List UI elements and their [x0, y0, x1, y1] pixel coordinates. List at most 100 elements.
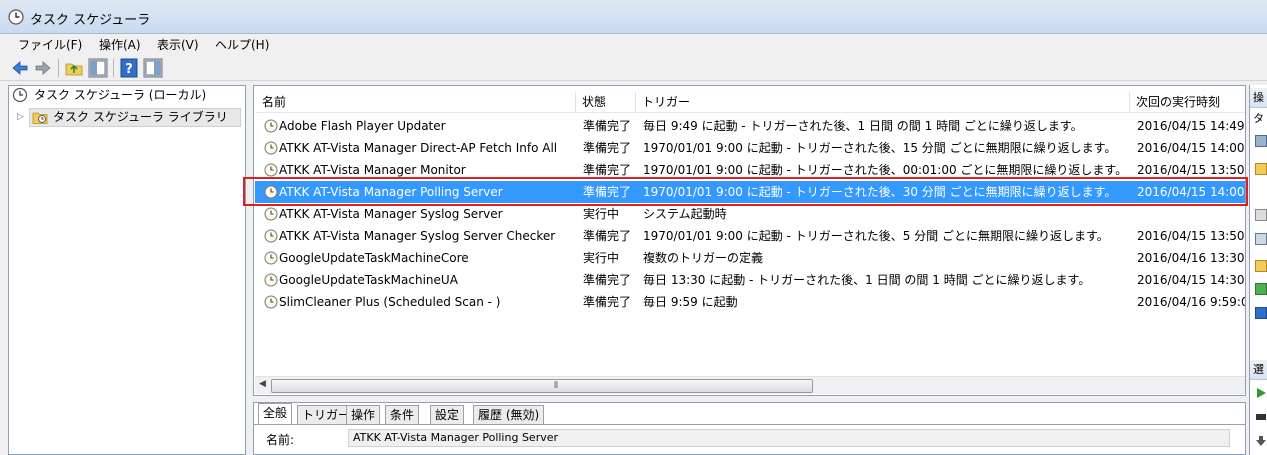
menu-bar: ファイル(F) 操作(A) 表示(V) ヘルプ(H) — [0, 34, 1267, 55]
column-header-name[interactable]: 名前 — [256, 92, 576, 113]
task-trigger: 1970/01/01 9:00 に起動 - トリガーされた後、00:01:00 … — [643, 163, 1128, 177]
task-name-label: 名前: — [266, 433, 295, 447]
task-next-run: 2016/04/15 13:50 — [1137, 229, 1245, 243]
action-icon[interactable] — [1255, 209, 1267, 221]
center-pane: 名前 状態 トリガー 次回の実行時刻 Adobe Flash Player Up… — [253, 85, 1246, 455]
toolbar: ? — [0, 55, 1267, 81]
folder-icon[interactable] — [1255, 260, 1267, 272]
menu-help[interactable]: ヘルプ(H) — [211, 36, 273, 53]
task-trigger: 毎日 13:30 に起動 - トリガーされた後、1 日間 の間 1 時間 ごとに… — [643, 273, 1091, 287]
tree-root-label: タスク スケジューラ (ローカル) — [34, 88, 207, 102]
task-status: 実行中 — [583, 251, 620, 265]
actions-pane: 操 タ 選 — [1249, 85, 1267, 455]
task-name-field[interactable]: ATKK AT-Vista Manager Polling Server — [348, 429, 1230, 447]
task-name: GoogleUpdateTaskMachineCore — [279, 251, 469, 265]
folder-icon[interactable] — [1255, 163, 1267, 175]
refresh-icon[interactable] — [1255, 283, 1267, 295]
run-icon[interactable] — [1255, 387, 1267, 399]
grip-icon: ⦀ — [554, 381, 558, 391]
task-clock-icon — [264, 119, 278, 133]
tab-strip-line — [254, 424, 1245, 425]
task-scheduler-icon — [8, 9, 24, 25]
task-next-run: 2016/04/16 9:59:0 — [1137, 295, 1245, 309]
task-trigger: 1970/01/01 9:00 に起動 - トリガーされた後、15 分間 ごとに… — [643, 141, 1117, 155]
column-header-trigger[interactable]: トリガー — [636, 92, 1130, 113]
task-status: 準備完了 — [583, 229, 632, 243]
task-row[interactable]: SlimCleaner Plus (Scheduled Scan - ) 準備完… — [255, 291, 1245, 313]
task-status: 準備完了 — [583, 119, 632, 133]
tree-library-label: タスク スケジューラ ライブラリ — [53, 110, 228, 124]
task-row[interactable]: ATKK AT-Vista Manager Syslog Server 実行中 … — [255, 203, 1245, 225]
svg-text:?: ? — [125, 62, 133, 77]
task-name: ATKK AT-Vista Manager Direct-AP Fetch In… — [279, 141, 558, 155]
tab-conditions[interactable]: 条件 — [385, 405, 420, 424]
task-row[interactable]: ATKK AT-Vista Manager Syslog Server Chec… — [255, 225, 1245, 247]
disable-icon[interactable] — [1255, 435, 1267, 447]
task-trigger: 毎日 9:49 に起動 - トリガーされた後、1 日間 の間 1 時間 ごとに繰… — [643, 119, 1083, 133]
task-status: 準備完了 — [583, 163, 632, 177]
title-bar: タスク スケジューラ — [0, 0, 1267, 34]
tree-item-library[interactable]: ▷ タスク スケジューラ ライブラリ — [17, 108, 241, 127]
task-name: ATKK AT-Vista Manager Monitor — [279, 163, 466, 177]
task-row[interactable]: GoogleUpdateTaskMachineUA 準備完了 毎日 13:30 … — [255, 269, 1245, 291]
console-tree: タスク スケジューラ (ローカル) ▷ タスク スケジューラ ライブラリ — [8, 85, 246, 455]
toolbar-separator — [58, 59, 59, 77]
expand-arrow-icon[interactable]: ▷ — [17, 108, 24, 127]
task-status: 実行中 — [583, 207, 620, 221]
task-list: 名前 状態 トリガー 次回の実行時刻 Adobe Flash Player Up… — [253, 85, 1246, 396]
task-next-run: 2016/04/15 14:00 — [1137, 141, 1245, 155]
column-header-status[interactable]: 状態 — [576, 92, 636, 113]
task-row[interactable]: GoogleUpdateTaskMachineCore 実行中 複数のトリガーの… — [255, 247, 1245, 269]
tab-history[interactable]: 履歴 (無効) — [473, 405, 545, 424]
task-trigger: システム起動時 — [643, 207, 727, 221]
selected-item-header: 選 — [1250, 360, 1267, 380]
pane-splitter[interactable] — [246, 85, 252, 455]
action-icon[interactable] — [1255, 135, 1267, 147]
task-clock-icon — [264, 163, 278, 177]
show-hide-console-tree-icon[interactable] — [88, 58, 108, 78]
actions-pane-header: 操 — [1250, 88, 1267, 108]
task-row[interactable]: Adobe Flash Player Updater 準備完了 毎日 9:49 … — [255, 115, 1245, 137]
menu-view[interactable]: 表示(V) — [153, 36, 203, 53]
task-clock-icon — [264, 229, 278, 243]
up-folder-icon[interactable] — [64, 58, 84, 78]
task-next-run: 2016/04/15 14:30 — [1137, 273, 1245, 287]
back-icon[interactable] — [10, 58, 30, 78]
task-trigger: 複数のトリガーの定義 — [643, 251, 764, 265]
forward-icon[interactable] — [33, 58, 53, 78]
actions-section-header[interactable]: タ — [1250, 109, 1267, 129]
task-clock-icon — [264, 207, 278, 221]
scrollbar-thumb[interactable]: ⦀ — [271, 379, 813, 393]
task-next-run: 2016/04/15 14:49 — [1137, 119, 1245, 133]
help-icon[interactable]: ? — [119, 58, 139, 78]
window-title: タスク スケジューラ — [30, 13, 151, 28]
menu-file[interactable]: ファイル(F) — [14, 36, 86, 53]
task-status: 準備完了 — [583, 273, 632, 287]
selection-highlight-box — [243, 177, 1248, 206]
menu-action[interactable]: 操作(A) — [95, 36, 145, 53]
task-clock-icon — [264, 141, 278, 155]
tab-general[interactable]: 全般 — [258, 403, 293, 424]
task-row[interactable]: ATKK AT-Vista Manager Direct-AP Fetch In… — [255, 137, 1245, 159]
task-detail-panel: 全般 トリガー 操作 条件 設定 履歴 (無効) 名前: ATKK AT-Vis… — [253, 402, 1246, 455]
stop-icon[interactable] — [1255, 411, 1267, 423]
horizontal-scrollbar[interactable]: ◀ ⦀ — [255, 376, 1245, 394]
toolbar-separator — [113, 59, 114, 77]
task-name: SlimCleaner Plus (Scheduled Scan - ) — [279, 295, 501, 309]
task-clock-icon — [264, 273, 278, 287]
column-header-next-run[interactable]: 次回の実行時刻 — [1130, 92, 1246, 113]
task-name: GoogleUpdateTaskMachineUA — [279, 273, 458, 287]
task-clock-icon — [264, 251, 278, 265]
task-status: 準備完了 — [583, 141, 632, 155]
help-icon[interactable] — [1255, 307, 1267, 319]
show-hide-action-pane-icon[interactable] — [143, 58, 163, 78]
action-icon[interactable] — [1255, 233, 1267, 245]
task-name: ATKK AT-Vista Manager Syslog Server Chec… — [279, 229, 556, 243]
task-clock-icon — [264, 295, 278, 309]
tab-actions[interactable]: 操作 — [346, 405, 381, 424]
task-trigger: 1970/01/01 9:00 に起動 - トリガーされた後、5 分間 ごとに無… — [643, 229, 1109, 243]
tab-settings[interactable]: 設定 — [430, 405, 465, 424]
scroll-left-icon[interactable]: ◀ — [259, 379, 266, 389]
task-next-run: 2016/04/16 13:30 — [1137, 251, 1245, 265]
folder-clock-icon — [32, 112, 48, 124]
